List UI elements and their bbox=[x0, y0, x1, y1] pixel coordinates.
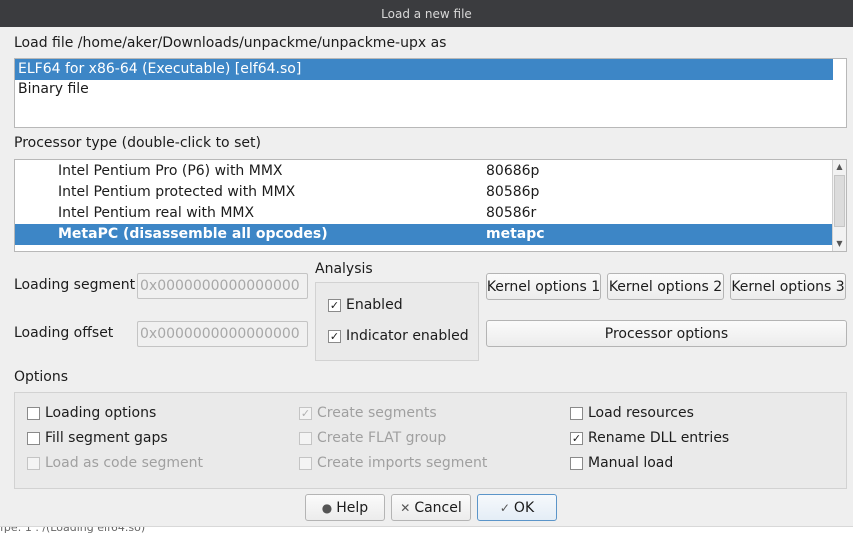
processor-code: 80686p bbox=[486, 163, 540, 179]
checkbox-unchecked-icon bbox=[299, 456, 312, 470]
checkbox-label: Fill segment gaps bbox=[45, 430, 168, 446]
help-button[interactable]: ● Help bbox=[305, 494, 385, 521]
load-file-dialog: Load file /home/aker/Downloads/unpackme/… bbox=[0, 27, 853, 526]
checkbox-checked-icon: ✓ bbox=[328, 298, 341, 312]
button-label: Kernel options 1 bbox=[486, 278, 601, 295]
fill-segment-gaps-checkbox[interactable]: Fill segment gaps bbox=[27, 430, 168, 446]
checkbox-unchecked-icon bbox=[27, 406, 40, 420]
processor-row-metapc[interactable]: MetaPC (disassemble all opcodes) metapc bbox=[15, 224, 833, 245]
scroll-down-arrow-icon[interactable]: ▼ bbox=[833, 237, 846, 251]
checkbox-checked-icon: ✓ bbox=[299, 406, 312, 420]
processor-code: 80586r bbox=[486, 205, 537, 221]
analysis-group-title: Analysis bbox=[315, 261, 373, 277]
processor-code: 80586p bbox=[486, 184, 540, 200]
create-imports-segment-checkbox: Create imports segment bbox=[299, 455, 487, 471]
button-label: Help bbox=[336, 499, 369, 516]
checkbox-label: Load resources bbox=[588, 405, 694, 421]
processor-name: Intel Pentium Pro (P6) with MMX bbox=[58, 163, 283, 179]
window-title: Load a new file bbox=[381, 6, 472, 21]
processor-code: metapc bbox=[486, 226, 545, 242]
create-flat-group-checkbox: Create FLAT group bbox=[299, 430, 446, 446]
indicator-enabled-checkbox[interactable]: ✓ Indicator enabled bbox=[328, 328, 469, 344]
checkbox-unchecked-icon bbox=[27, 456, 40, 470]
loading-segment-input[interactable]: 0x0000000000000000 bbox=[137, 273, 308, 299]
background-output-strip: fpe: 1 . /(Loading elf64.so) bbox=[0, 526, 853, 534]
button-label: Cancel bbox=[414, 499, 462, 516]
checkbox-checked-icon: ✓ bbox=[328, 329, 341, 343]
button-label: Processor options bbox=[604, 325, 729, 342]
checkmark-icon: ✓ bbox=[499, 500, 510, 515]
loading-offset-label: Loading offset bbox=[14, 325, 114, 341]
options-group-title: Options bbox=[14, 369, 69, 385]
analysis-groupbox bbox=[315, 282, 479, 361]
button-label: Kernel options 3 bbox=[731, 278, 845, 295]
checkbox-label: Load as code segment bbox=[45, 455, 203, 471]
processor-row-p6[interactable]: Intel Pentium Pro (P6) with MMX 80686p bbox=[15, 161, 833, 182]
ok-button[interactable]: ✓ OK bbox=[477, 494, 557, 521]
checkbox-unchecked-icon bbox=[299, 431, 312, 445]
background-log-text: fpe: 1 . /(Loading elf64.so) bbox=[0, 526, 146, 534]
checkbox-unchecked-icon bbox=[27, 431, 40, 445]
window-titlebar[interactable]: Load a new file bbox=[0, 0, 853, 27]
format-item-label: Binary file bbox=[18, 81, 89, 97]
kernel-options-1-button[interactable]: Kernel options 1 bbox=[486, 273, 601, 300]
checkbox-label: Loading options bbox=[45, 405, 157, 421]
processor-type-label: Processor type (double-click to set) bbox=[14, 135, 261, 151]
checkbox-unchecked-icon bbox=[570, 456, 583, 470]
loading-options-checkbox[interactable]: Loading options bbox=[27, 405, 156, 421]
file-format-list[interactable]: ELF64 for x86-64 (Executable) [elf64.so]… bbox=[14, 58, 847, 128]
format-item-binary[interactable]: Binary file bbox=[15, 79, 833, 100]
rename-dll-entries-checkbox[interactable]: ✓ Rename DLL entries bbox=[570, 430, 729, 446]
checkbox-checked-icon: ✓ bbox=[570, 431, 583, 445]
processor-name: Intel Pentium real with MMX bbox=[58, 205, 255, 221]
analysis-enabled-checkbox[interactable]: ✓ Enabled bbox=[328, 297, 403, 313]
processor-name: Intel Pentium protected with MMX bbox=[58, 184, 296, 200]
processor-type-list[interactable]: Intel Pentium Pro (P6) with MMX 80686p I… bbox=[14, 159, 847, 252]
loading-segment-label: Loading segment bbox=[14, 277, 136, 293]
close-icon: ✕ bbox=[400, 500, 411, 515]
checkbox-label: Enabled bbox=[346, 297, 403, 313]
checkbox-unchecked-icon bbox=[570, 406, 583, 420]
scroll-up-arrow-icon[interactable]: ▲ bbox=[833, 160, 846, 174]
load-as-code-segment-checkbox: Load as code segment bbox=[27, 455, 203, 471]
load-resources-checkbox[interactable]: Load resources bbox=[570, 405, 694, 421]
checkbox-label: Create FLAT group bbox=[317, 430, 447, 446]
manual-load-checkbox[interactable]: Manual load bbox=[570, 455, 673, 471]
create-segments-checkbox: ✓ Create segments bbox=[299, 405, 437, 421]
processor-options-button[interactable]: Processor options bbox=[486, 320, 847, 347]
cancel-button[interactable]: ✕ Cancel bbox=[391, 494, 471, 521]
button-label: OK bbox=[513, 499, 535, 516]
processor-name: MetaPC (disassemble all opcodes) bbox=[58, 226, 328, 242]
checkbox-label: Create imports segment bbox=[317, 455, 488, 471]
checkbox-label: Create segments bbox=[317, 405, 437, 421]
checkbox-label: Manual load bbox=[588, 455, 674, 471]
processor-row-pentium-protected[interactable]: Intel Pentium protected with MMX 80586p bbox=[15, 182, 833, 203]
kernel-options-3-button[interactable]: Kernel options 3 bbox=[730, 273, 846, 300]
format-item-label: ELF64 for x86-64 (Executable) [elf64.so] bbox=[18, 61, 302, 77]
help-icon: ● bbox=[321, 500, 333, 515]
processor-row-pentium-real[interactable]: Intel Pentium real with MMX 80586r bbox=[15, 203, 833, 224]
kernel-options-2-button[interactable]: Kernel options 2 bbox=[607, 273, 724, 300]
load-file-label: Load file /home/aker/Downloads/unpackme/… bbox=[14, 35, 447, 51]
checkbox-label: Indicator enabled bbox=[346, 328, 469, 344]
scrollbar-thumb[interactable] bbox=[834, 175, 845, 227]
format-item-elf64[interactable]: ELF64 for x86-64 (Executable) [elf64.so] bbox=[15, 59, 833, 80]
button-label: Kernel options 2 bbox=[608, 278, 723, 295]
processor-list-scrollbar[interactable]: ▲ ▼ bbox=[832, 160, 846, 251]
checkbox-label: Rename DLL entries bbox=[588, 430, 730, 446]
loading-offset-input[interactable]: 0x0000000000000000 bbox=[137, 321, 308, 347]
